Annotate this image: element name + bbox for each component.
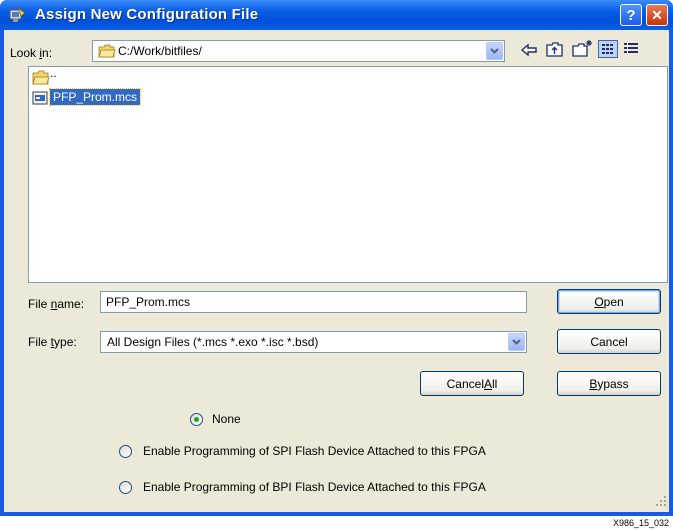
title-bar[interactable]: Assign New Configuration File ? ✕ [0, 0, 673, 30]
folder-icon [98, 44, 116, 61]
close-icon: ✕ [651, 6, 663, 23]
help-button[interactable]: ? [620, 4, 642, 26]
lookin-label: Look in: [10, 46, 53, 60]
details-view-icon[interactable] [622, 41, 640, 60]
lookin-path: C:/Work/bitfiles/ [118, 44, 202, 58]
filetype-label: File type: [28, 335, 77, 349]
option-spi[interactable]: Enable Programming of SPI Flash Device A… [119, 444, 559, 460]
figure-id: X986_15_032 [612, 518, 669, 528]
option-label: None [212, 412, 241, 426]
dialog-window: Assign New Configuration File ? ✕ Look i… [0, 0, 673, 516]
list-view-icon[interactable] [598, 40, 618, 58]
up-folder-icon[interactable] [546, 41, 564, 61]
chevron-down-icon[interactable] [508, 333, 525, 351]
option-label: Enable Programming of BPI Flash Device A… [143, 480, 486, 494]
list-item-label: .. [50, 66, 57, 80]
radio-button[interactable] [119, 445, 132, 458]
filename-input[interactable]: PFP_Prom.mcs [100, 291, 527, 313]
file-list[interactable]: .. PFP_Prom.mcs [28, 66, 668, 283]
filename-label: File name: [28, 297, 85, 311]
cancel-all-button[interactable]: Cancel All [420, 371, 524, 396]
close-button[interactable]: ✕ [646, 4, 668, 26]
dialog-body: Look in: C:/Work/bitfiles/ .. PFP_Prom.m… [4, 30, 669, 512]
app-icon [9, 7, 26, 23]
filetype-dropdown[interactable]: All Design Files (*.mcs *.exo *.isc *.bs… [100, 331, 527, 353]
chevron-down-icon[interactable] [486, 42, 503, 60]
list-item[interactable]: PFP_Prom.mcs [32, 88, 162, 109]
dialog-title: Assign New Configuration File [35, 6, 259, 23]
new-folder-icon[interactable] [572, 39, 594, 61]
list-item-label: PFP_Prom.mcs [48, 88, 142, 106]
file-icon [32, 90, 48, 109]
radio-button[interactable] [190, 413, 203, 426]
lookin-dropdown[interactable]: C:/Work/bitfiles/ [92, 40, 505, 62]
option-none[interactable]: None [190, 412, 270, 428]
cancel-button[interactable]: Cancel [557, 329, 661, 354]
bypass-button[interactable]: Bypass [557, 371, 661, 396]
back-icon[interactable] [520, 42, 538, 61]
open-button[interactable]: Open [557, 289, 661, 314]
help-icon: ? [626, 6, 636, 24]
resize-grip-icon[interactable] [655, 495, 667, 510]
option-label: Enable Programming of SPI Flash Device A… [143, 444, 486, 458]
option-bpi[interactable]: Enable Programming of BPI Flash Device A… [119, 480, 559, 496]
radio-button[interactable] [119, 481, 132, 494]
folder-icon [32, 70, 50, 89]
filetype-value: All Design Files (*.mcs *.exo *.isc *.bs… [107, 335, 319, 349]
